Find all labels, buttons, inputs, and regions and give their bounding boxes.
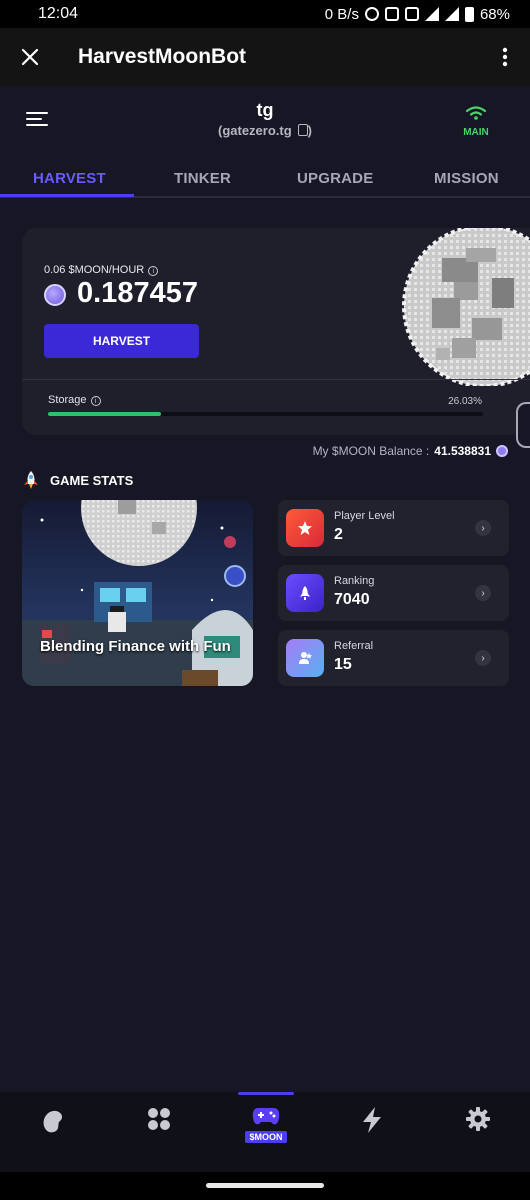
game-promo-card[interactable]: Blending Finance with Fun: [22, 500, 253, 686]
alarm-icon: [364, 7, 379, 21]
signal-icon: [444, 7, 459, 21]
harvest-card: 0.06 $MOON/HOUR i 0.187457 HARVEST Stora…: [22, 228, 530, 435]
rocket-icon: [286, 574, 324, 612]
status-bar: 12:04 0 B/s 68%: [0, 0, 530, 28]
wifi-icon: [424, 7, 439, 21]
gear-icon: [466, 1107, 490, 1131]
tab-harvest[interactable]: HARVEST: [33, 170, 106, 187]
nav-active-indicator: [238, 1092, 294, 1095]
status-time: 12:04: [38, 5, 79, 22]
stat-label: Ranking: [334, 575, 375, 587]
storage-label: Storage i: [48, 394, 101, 406]
moon-token-icon: [496, 445, 508, 457]
app-title: HarvestMoonBot: [78, 45, 247, 68]
moon-balance: My $MOON Balance : 41.538831: [313, 444, 508, 458]
more-vert-icon: [502, 47, 508, 67]
balance-value: 41.538831: [434, 444, 491, 458]
net-speed: 0 B/s: [324, 5, 359, 23]
storage-percent: 26.03%: [448, 396, 482, 407]
chevron-right-icon: ›: [475, 520, 491, 536]
main-content: tg (gatezero.tg) MAIN HARVEST TINKER UPG…: [0, 86, 530, 1092]
bolt-icon: [363, 1107, 381, 1133]
copy-icon[interactable]: [297, 124, 308, 136]
storage-label-text: Storage: [48, 394, 87, 406]
nav-item-moon[interactable]: $MOON: [226, 1106, 306, 1162]
stat-ranking[interactable]: Ranking 7040 ›: [278, 565, 509, 621]
status-icons: 0 B/s 68%: [325, 6, 510, 23]
game-caption: Blending Finance with Fun: [40, 638, 231, 655]
user-handle-close: ): [307, 123, 312, 138]
app-bar: HarvestMoonBot: [0, 28, 530, 86]
header: tg (gatezero.tg) MAIN: [0, 86, 530, 158]
apps-grid-icon: [148, 1108, 170, 1130]
tab-bar: HARVEST TINKER UPGRADE MISSION: [0, 164, 530, 198]
tab-upgrade[interactable]: UPGRADE: [297, 170, 373, 187]
network-indicator[interactable]: MAIN: [456, 106, 496, 138]
close-button[interactable]: [0, 28, 60, 86]
gamepad-icon: [252, 1108, 280, 1125]
stat-value: 7040: [334, 591, 370, 608]
side-drawer-handle[interactable]: [516, 402, 530, 448]
moon-coin-icon: [44, 284, 66, 306]
active-tab-indicator: [0, 194, 134, 197]
gesture-bar: [0, 1172, 530, 1200]
more-options-button[interactable]: [480, 28, 530, 86]
harvest-button[interactable]: HARVEST: [44, 324, 199, 358]
rocket-launch-icon: [24, 471, 38, 489]
game-stats-heading: GAME STATS: [22, 470, 133, 490]
harvest-rate-text: 0.06 $MOON/HOUR: [44, 264, 145, 276]
storage-progress-fill: [48, 412, 162, 416]
stat-value: 15: [334, 656, 352, 673]
wifi-signal-icon: [465, 106, 487, 120]
bean-icon: [43, 1110, 63, 1133]
battery-icon: [464, 6, 474, 22]
stat-player-level[interactable]: Player Level 2 ›: [278, 500, 509, 556]
star-icon: [286, 509, 324, 547]
username: tg: [256, 100, 274, 120]
user-handle-text: (gatezero.tg: [217, 123, 292, 138]
stat-value: 2: [334, 526, 343, 543]
home-gesture-handle[interactable]: [206, 1183, 324, 1188]
game-scene-illustration: [22, 500, 253, 686]
tab-tinker[interactable]: TINKER: [174, 170, 231, 187]
battery-percent: 68%: [479, 5, 510, 23]
cast-icon: [384, 7, 399, 21]
nav-item-settings[interactable]: [438, 1106, 518, 1162]
moon-illustration: [402, 228, 530, 386]
network-label: MAIN: [463, 127, 489, 138]
info-icon[interactable]: i: [148, 266, 159, 276]
close-icon: [21, 48, 39, 66]
chevron-right-icon: ›: [475, 650, 491, 666]
tab-mission[interactable]: MISSION: [434, 170, 499, 187]
nav-item-boost[interactable]: [332, 1106, 412, 1162]
harvest-rate: 0.06 $MOON/HOUR i: [44, 264, 159, 276]
stat-label: Referral: [334, 640, 374, 652]
person-icon: [286, 639, 324, 677]
harvest-amount: 0.187457: [77, 277, 198, 309]
balance-label: My $MOON Balance :: [312, 444, 430, 458]
bottom-navigation: $MOON: [0, 1092, 530, 1172]
nav-item-bean[interactable]: [13, 1106, 93, 1162]
game-stats-title: GAME STATS: [50, 472, 134, 488]
card-divider: [22, 379, 530, 380]
nav-item-apps[interactable]: [119, 1106, 199, 1162]
storage-progress-bar: [48, 412, 483, 416]
moon-badge: $MOON: [245, 1131, 287, 1143]
user-handle[interactable]: (gatezero.tg): [0, 123, 530, 138]
stat-referral[interactable]: Referral 15 ›: [278, 630, 509, 686]
storage-info-icon[interactable]: i: [90, 396, 101, 406]
stat-label: Player Level: [334, 510, 395, 522]
vibrate-icon: [404, 7, 419, 21]
chevron-right-icon: ›: [475, 585, 491, 601]
